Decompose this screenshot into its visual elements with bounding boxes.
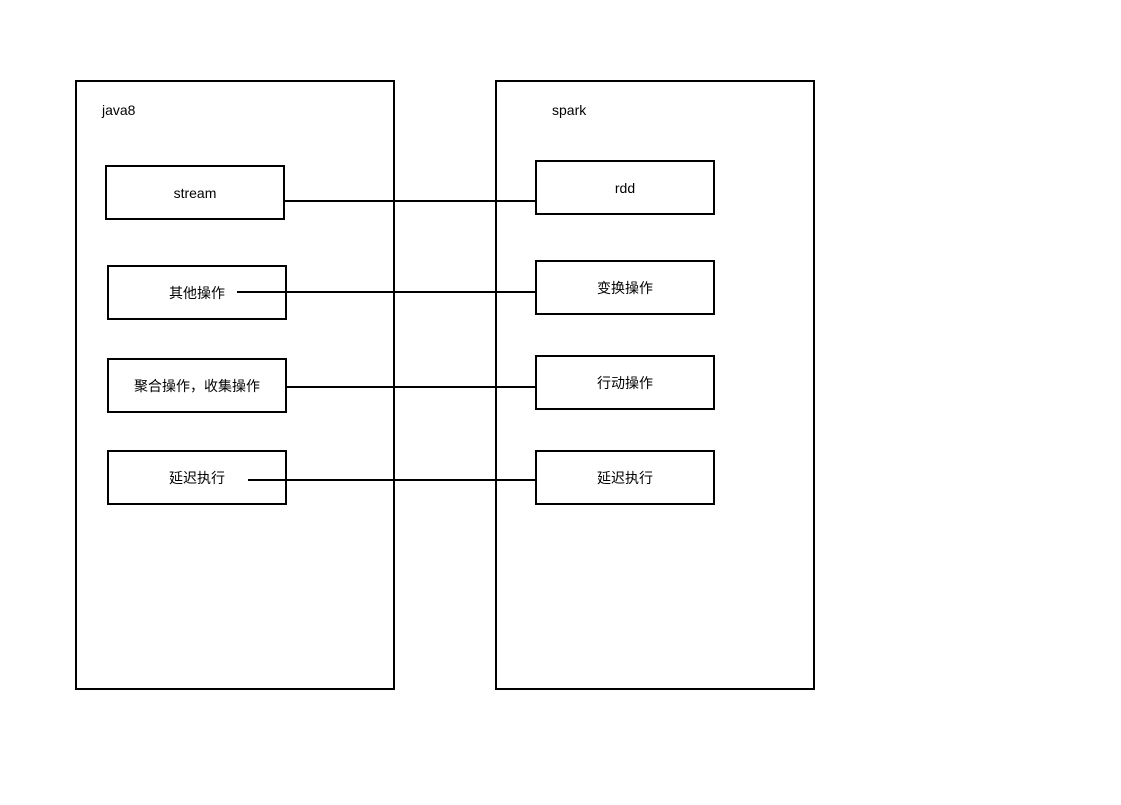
lazy-exec-left-box: 延迟执行 xyxy=(107,450,287,505)
lazy-exec-left-label: 延迟执行 xyxy=(169,468,225,488)
stream-box: stream xyxy=(105,165,285,220)
action-ops-box: 行动操作 xyxy=(535,355,715,410)
java8-title: java8 xyxy=(102,102,135,118)
connector-4 xyxy=(248,479,535,481)
aggregate-ops-label: 聚合操作，收集操作 xyxy=(134,376,260,396)
action-ops-label: 行动操作 xyxy=(597,373,653,393)
connector-3 xyxy=(287,386,535,388)
transform-ops-box: 变换操作 xyxy=(535,260,715,315)
spark-title: spark xyxy=(552,102,586,118)
lazy-exec-right-label: 延迟执行 xyxy=(597,468,653,488)
lazy-exec-right-box: 延迟执行 xyxy=(535,450,715,505)
stream-label: stream xyxy=(174,185,217,201)
transform-ops-label: 变换操作 xyxy=(597,278,653,298)
rdd-label: rdd xyxy=(615,180,635,196)
other-ops-label: 其他操作 xyxy=(169,283,225,303)
connector-1 xyxy=(285,200,535,202)
rdd-box: rdd xyxy=(535,160,715,215)
aggregate-ops-box: 聚合操作，收集操作 xyxy=(107,358,287,413)
connector-2 xyxy=(237,291,535,293)
